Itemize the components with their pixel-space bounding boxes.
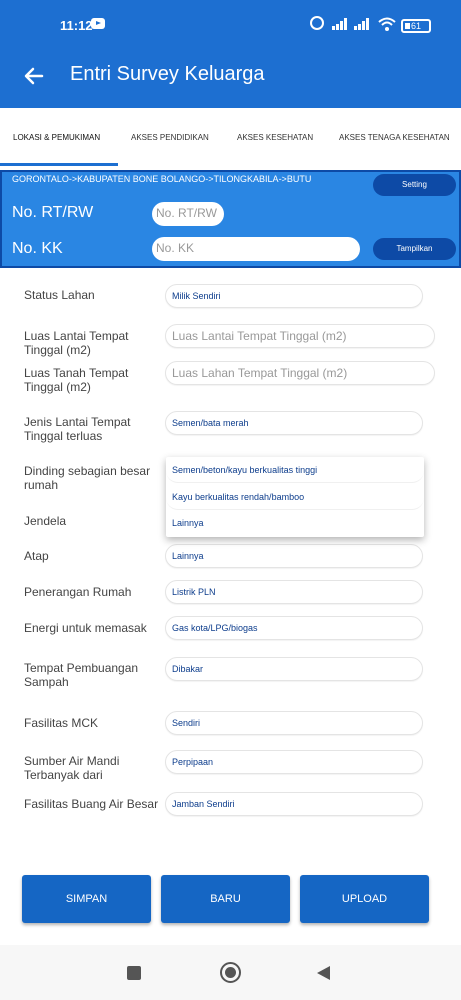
atap-label: Atap (24, 549, 49, 563)
buang-air-besar-label: Fasilitas Buang Air Besar (24, 797, 159, 811)
dropdown-option[interactable]: Semen/beton/kayu berkualitas tinggi (166, 457, 424, 483)
sumber-air-select[interactable]: Perpipaan (165, 750, 423, 774)
app-bar: Entri Survey Keluarga (0, 50, 461, 108)
pembuangan-sampah-label: Tempat Pembuangan Sampah (24, 661, 139, 689)
wifi-icon (378, 17, 396, 31)
status-lahan-select[interactable]: Milik Sendiri (165, 284, 423, 308)
tab-akses-tenaga-kesehatan[interactable]: AKSES TENAGA KESEHATAN (339, 133, 450, 142)
save-button[interactable]: SIMPAN (22, 875, 151, 923)
upload-button[interactable]: UPLOAD (300, 875, 429, 923)
youtube-notification-icon (91, 18, 105, 29)
status-bar: 11:12 61 (0, 0, 461, 50)
jenis-lantai-label: Jenis Lantai Tempat Tinggal terluas (24, 415, 131, 443)
tab-lokasi-pemukiman[interactable]: LOKASI & PEMUKIMAN (13, 133, 100, 142)
status-time: 11:12 (60, 18, 93, 33)
pembuangan-sampah-select[interactable]: Dibakar (165, 657, 423, 681)
penerangan-select[interactable]: Listrik PLN (165, 580, 423, 604)
location-path: GORONTALO->KABUPATEN BONE BOLANGO->TILON… (12, 174, 312, 184)
luas-tanah-label: Luas Tanah Tempat Tinggal (m2) (24, 366, 129, 394)
fasilitas-mck-label: Fasilitas MCK (24, 716, 99, 730)
dinding-label: Dinding sebagian besar rumah (24, 464, 151, 492)
signal-icon-2 (354, 18, 372, 30)
signal-icon (332, 18, 350, 30)
jendela-label: Jendela (24, 514, 67, 528)
dinding-dropdown-menu: Semen/beton/kayu berkualitas tinggi Kayu… (166, 457, 424, 537)
kk-input[interactable]: No. KK (152, 237, 360, 261)
atap-select[interactable]: Lainnya (165, 544, 423, 568)
fasilitas-mck-select[interactable]: Sendiri (165, 711, 423, 735)
energi-memasak-select[interactable]: Gas kota/LPG/biogas (165, 616, 423, 640)
tab-bar: LOKASI & PEMUKIMAN AKSES PENDIDIKAN AKSE… (0, 108, 461, 168)
jenis-lantai-select[interactable]: Semen/bata merah (165, 411, 423, 435)
buang-air-besar-select[interactable]: Jamban Sendiri (165, 792, 423, 816)
new-button[interactable]: BARU (161, 875, 290, 923)
battery-level: 61 (410, 21, 421, 31)
home-icon[interactable] (220, 962, 241, 983)
kk-label: No. KK (12, 240, 63, 257)
energi-memasak-label: Energi untuk memasak (24, 621, 147, 635)
location-panel: GORONTALO->KABUPATEN BONE BOLANGO->TILON… (0, 170, 461, 268)
nav-back-icon[interactable] (317, 966, 330, 980)
page-title: Entri Survey Keluarga (70, 63, 265, 85)
recent-apps-icon[interactable] (127, 966, 141, 980)
active-tab-indicator (0, 163, 118, 166)
battery-icon: 61 (401, 19, 431, 33)
rt-rw-input[interactable]: No. RT/RW (152, 202, 224, 226)
penerangan-label: Penerangan Rumah (24, 585, 132, 599)
luas-lantai-input[interactable]: Luas Lantai Tempat Tinggal (m2) (165, 324, 435, 348)
back-arrow-icon[interactable] (22, 64, 46, 88)
dropdown-option[interactable]: Lainnya (166, 510, 424, 536)
tab-akses-kesehatan[interactable]: AKSES KESEHATAN (237, 133, 313, 142)
dropdown-option[interactable]: Kayu berkualitas rendah/bamboo (166, 484, 424, 510)
status-lahan-label: Status Lahan (24, 288, 95, 302)
luas-tanah-input[interactable]: Luas Lahan Tempat Tinggal (m2) (165, 361, 435, 385)
tab-akses-pendidikan[interactable]: AKSES PENDIDIKAN (131, 133, 209, 142)
show-button[interactable]: Tampilkan (373, 238, 456, 260)
rt-rw-label: No. RT/RW (12, 204, 94, 221)
luas-lantai-label: Luas Lantai Tempat Tinggal (m2) (24, 329, 129, 357)
sumber-air-label: Sumber Air Mandi Terbanyak dari (24, 754, 120, 782)
alarm-icon (310, 16, 324, 30)
system-nav-bar (0, 945, 461, 1000)
setting-button[interactable]: Setting (373, 174, 456, 196)
